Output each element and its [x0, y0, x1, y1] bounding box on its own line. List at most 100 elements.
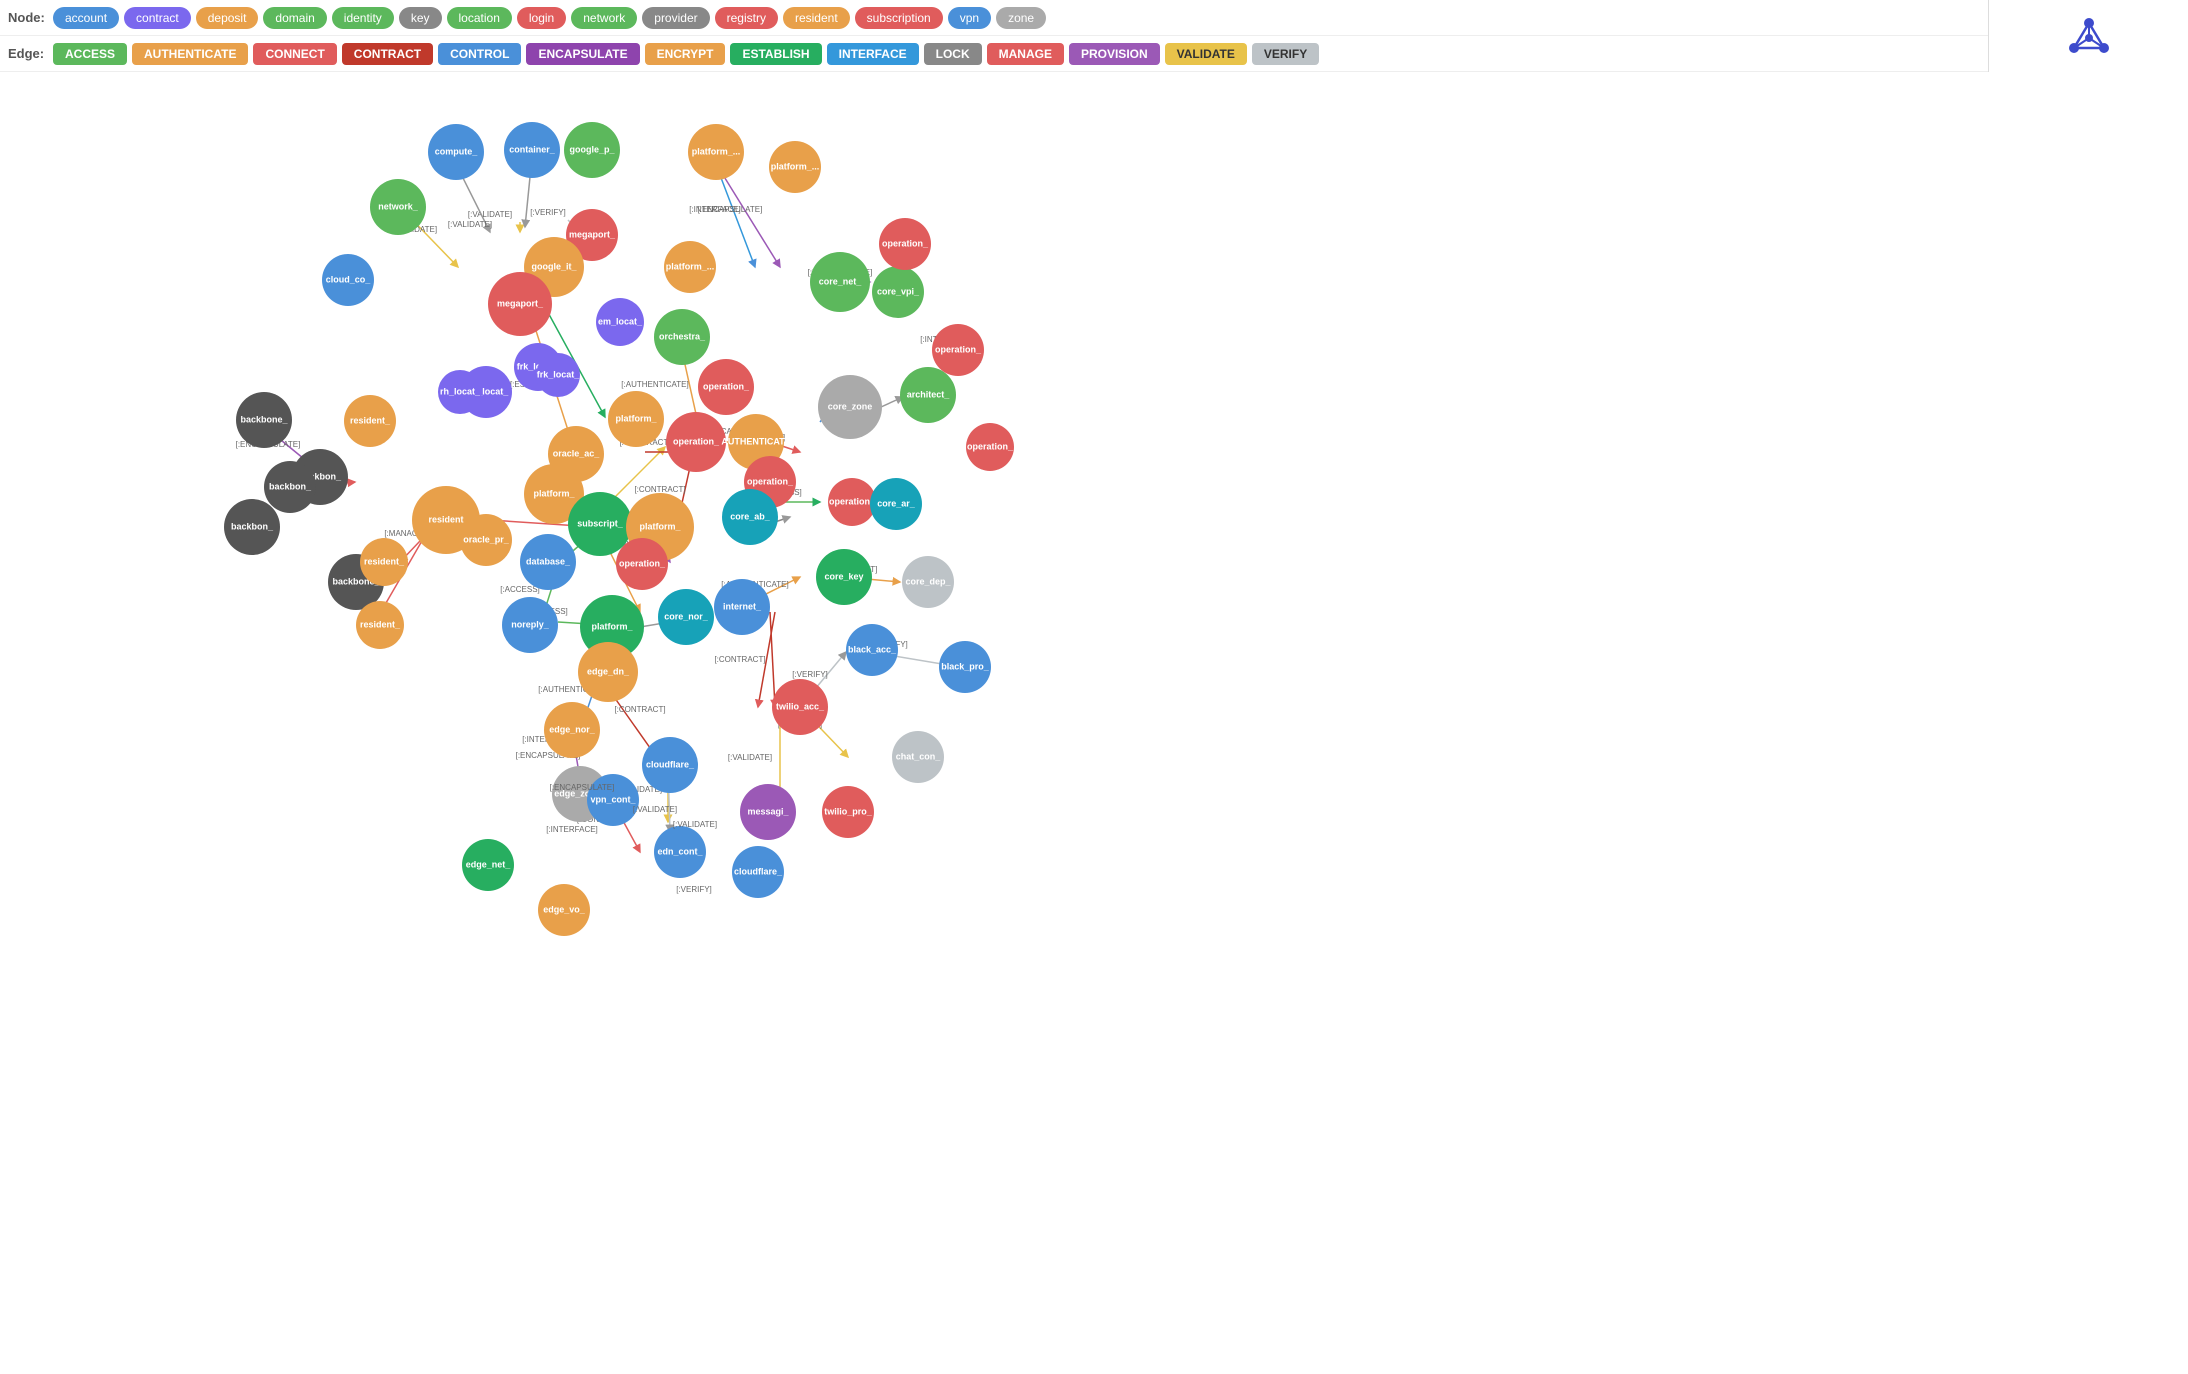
node-core-key[interactable]: [816, 549, 872, 605]
node-tag-account[interactable]: account: [53, 7, 119, 29]
graph-canvas[interactable]: [:ESTABLISH] [:ESTABLISH] [:VALIDATE] [:…: [0, 72, 2188, 1374]
node-tag-identity[interactable]: identity: [332, 7, 394, 29]
svg-text:[:ENCAPSULATE]: [:ENCAPSULATE]: [698, 205, 763, 214]
node-google-p[interactable]: [564, 122, 620, 178]
node-filter-row: Node: account contract deposit domain id…: [0, 0, 2188, 36]
node-cloudflare-lower[interactable]: [732, 846, 784, 898]
node-em-locat[interactable]: [596, 298, 644, 346]
node-platform-mid[interactable]: [608, 391, 664, 447]
node-core-zone[interactable]: [818, 375, 882, 439]
node-tag-location[interactable]: location: [447, 7, 512, 29]
edge-tag-access[interactable]: ACCESS: [53, 43, 127, 65]
node-resident-bl[interactable]: [360, 538, 408, 586]
node-core-ab[interactable]: [722, 489, 778, 545]
node-backbone-ul[interactable]: [236, 392, 292, 448]
node-tag-registry[interactable]: registry: [715, 7, 778, 29]
node-tag-contract[interactable]: contract: [124, 7, 191, 29]
node-architect[interactable]: [900, 367, 956, 423]
node-backbone-fl[interactable]: [224, 499, 280, 555]
edge-tag-provision[interactable]: PROVISION: [1069, 43, 1160, 65]
node-rh-locat[interactable]: [438, 370, 482, 414]
node-black-pro[interactable]: [939, 641, 991, 693]
node-subscript[interactable]: [568, 492, 632, 556]
node-tag-provider[interactable]: provider: [642, 7, 709, 29]
node-edge-nor[interactable]: [544, 702, 600, 758]
node-vpn-cont[interactable]: [587, 774, 639, 826]
node-edge-net[interactable]: [462, 839, 514, 891]
edge-tag-connect[interactable]: CONNECT: [253, 43, 336, 65]
node-tag-network[interactable]: network: [571, 7, 637, 29]
node-operation-lower[interactable]: [616, 538, 668, 590]
svg-text:[:CONTRACT]: [:CONTRACT]: [614, 705, 665, 714]
svg-text:[:VERIFY]: [:VERIFY]: [530, 208, 566, 217]
node-platform-um[interactable]: [664, 241, 716, 293]
node-operation-fr[interactable]: [966, 423, 1014, 471]
node-core-dep[interactable]: [902, 556, 954, 608]
node-operation-ml[interactable]: [698, 359, 754, 415]
node-twilio-acc[interactable]: [772, 679, 828, 735]
node-internet[interactable]: [714, 579, 770, 635]
node-tag-resident[interactable]: resident: [783, 7, 850, 29]
edge-tag-manage[interactable]: MANAGE: [987, 43, 1064, 65]
svg-text:[:VALIDATE]: [:VALIDATE]: [448, 220, 492, 229]
node-container[interactable]: [504, 122, 560, 178]
node-operation-r[interactable]: [932, 324, 984, 376]
node-operation-lr[interactable]: [828, 478, 876, 526]
edge-tag-encrypt[interactable]: ENCRYPT: [645, 43, 726, 65]
node-core-ar[interactable]: [870, 478, 922, 530]
svg-text:[:VALIDATE]: [:VALIDATE]: [633, 805, 677, 814]
node-tag-zone[interactable]: zone: [996, 7, 1046, 29]
edge-tag-authenticate[interactable]: AUTHENTICATE: [132, 43, 248, 65]
node-tag-domain[interactable]: domain: [263, 7, 326, 29]
edge-tag-establish[interactable]: ESTABLISH: [730, 43, 821, 65]
nodes[interactable]: compute_ container_ google_p_ platform_.…: [224, 122, 1014, 936]
edge-tag-control[interactable]: CONTROL: [438, 43, 521, 65]
node-edge-dn[interactable]: [578, 642, 638, 702]
node-tag-key[interactable]: key: [399, 7, 442, 29]
node-network[interactable]: [370, 179, 426, 235]
node-backbone-ll[interactable]: [264, 461, 316, 513]
edge-label: Edge:: [8, 46, 48, 61]
svg-text:[:VERIFY]: [:VERIFY]: [676, 885, 712, 894]
edge-filter-row: Edge: ACCESS AUTHENTICATE CONNECT CONTRA…: [0, 36, 2188, 72]
node-orchestra[interactable]: [654, 309, 710, 365]
node-tag-login[interactable]: login: [517, 7, 566, 29]
graph-svg: [:ESTABLISH] [:ESTABLISH] [:VALIDATE] [:…: [0, 72, 2188, 1374]
node-cloud-co[interactable]: [322, 254, 374, 306]
node-core-vpi[interactable]: [872, 266, 924, 318]
node-core-nor[interactable]: [658, 589, 714, 645]
svg-text:[:VERIFY]: [:VERIFY]: [792, 670, 828, 679]
node-resident-ll[interactable]: [356, 601, 404, 649]
svg-text:[:ENCAPSULATE]: [:ENCAPSULATE]: [550, 783, 615, 792]
node-platform-top[interactable]: [688, 124, 744, 180]
svg-text:[:INTERFACE]: [:INTERFACE]: [546, 825, 598, 834]
node-database[interactable]: [520, 534, 576, 590]
edge-tag-interface[interactable]: INTERFACE: [827, 43, 919, 65]
edge-tag-encapsulate[interactable]: ENCAPSULATE: [526, 43, 639, 65]
edge-tag-contract[interactable]: CONTRACT: [342, 43, 433, 65]
node-frk-locat2[interactable]: [536, 353, 580, 397]
node-noreply[interactable]: [502, 597, 558, 653]
node-platform-tr[interactable]: [769, 141, 821, 193]
node-operation-center[interactable]: [666, 412, 726, 472]
node-messaging[interactable]: [740, 784, 796, 840]
edge-tag-verify[interactable]: VERIFY: [1252, 43, 1319, 65]
node-tag-vpn[interactable]: vpn: [948, 7, 991, 29]
node-core-net[interactable]: [810, 252, 870, 312]
node-edge-vo[interactable]: [538, 884, 590, 936]
node-oracle-pr[interactable]: [460, 514, 512, 566]
node-tag-deposit[interactable]: deposit: [196, 7, 259, 29]
node-megaport-main[interactable]: [488, 272, 552, 336]
node-chat-con[interactable]: [892, 731, 944, 783]
node-edn-cont[interactable]: [654, 826, 706, 878]
edge-tag-lock[interactable]: LOCK: [924, 43, 982, 65]
node-cloudflare-upper[interactable]: [642, 737, 698, 793]
node-black-acc[interactable]: [846, 624, 898, 676]
node-tag-subscription[interactable]: subscription: [855, 7, 943, 29]
node-operation-rt[interactable]: [879, 218, 931, 270]
node-twilio-pro[interactable]: [822, 786, 874, 838]
node-compute[interactable]: [428, 124, 484, 180]
edge-tag-validate[interactable]: VALIDATE: [1165, 43, 1247, 65]
svg-text:[:VALIDATE]: [:VALIDATE]: [468, 210, 512, 219]
node-resident-l[interactable]: [344, 395, 396, 447]
